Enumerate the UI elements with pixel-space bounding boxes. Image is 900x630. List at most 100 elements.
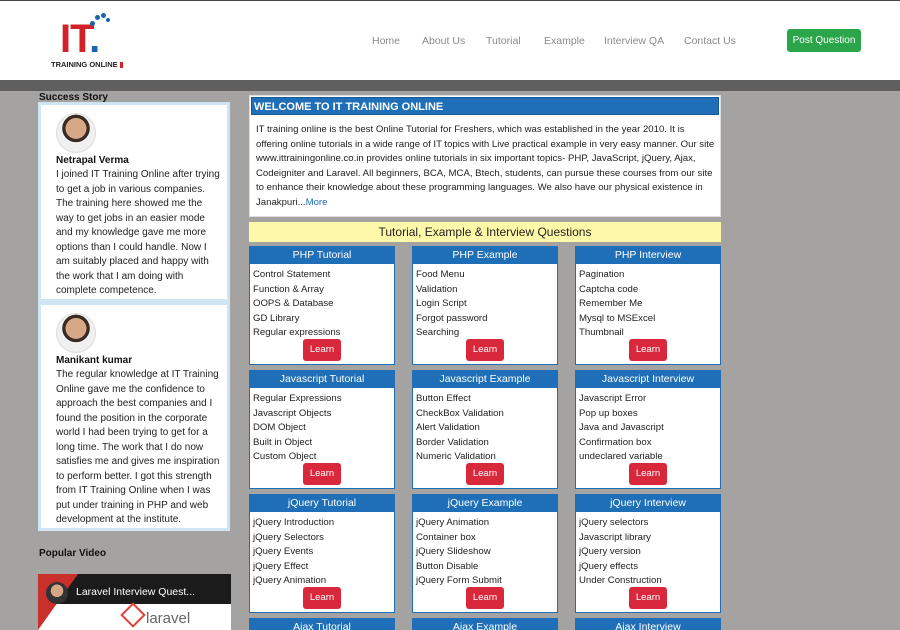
card-title[interactable]: jQuery Tutorial (250, 495, 394, 512)
card-topic[interactable]: Button Disable (413, 560, 557, 575)
learn-button[interactable]: Learn (303, 463, 341, 485)
card-topic-list: Food Menu Validation Login Script Forgot pa… (413, 268, 557, 341)
card-topic[interactable]: Alert Validation (413, 421, 557, 436)
card-title[interactable]: jQuery Interview (576, 495, 720, 512)
course-card: PHP Tutorial Control Statement Function & … (249, 246, 395, 365)
story-card: Netrapal Verma I joined IT Training Onli… (41, 105, 227, 299)
card-topic[interactable]: Javascript library (576, 531, 720, 546)
more-link[interactable]: More (306, 197, 328, 208)
card-topic[interactable]: Remember Me (576, 297, 720, 312)
card-topic[interactable]: Validation (413, 283, 557, 298)
card-topic[interactable]: jQuery Selectors (250, 531, 394, 546)
card-topic[interactable]: jQuery selectors (576, 516, 720, 531)
card-topic[interactable]: Regular Expressions (250, 392, 394, 407)
learn-button[interactable]: Learn (303, 587, 341, 609)
card-topic-list: Regular Expressions Javascript Objects DOM… (250, 392, 394, 465)
card-topic[interactable]: jQuery Animation (413, 516, 557, 531)
course-card: Javascript Tutorial Regular Expressions Ja… (249, 370, 395, 489)
card-topic[interactable]: CheckBox Validation (413, 407, 557, 422)
learn-button[interactable]: Learn (629, 587, 667, 609)
learn-button[interactable]: Learn (629, 339, 667, 361)
card-topic[interactable]: jQuery Slideshow (413, 545, 557, 560)
learn-button[interactable]: Learn (629, 463, 667, 485)
card-title[interactable]: Javascript Example (413, 371, 557, 388)
card-topic-list: Javascript Error Pop up boxes Java and Jav… (576, 392, 720, 465)
course-card: Javascript Example Button Effect CheckBox … (412, 370, 558, 489)
video-title[interactable]: Laravel Interview Quest... (76, 586, 195, 598)
card-topic[interactable]: Pop up boxes (576, 407, 720, 422)
video-player[interactable]: Laravel Interview Quest... ⋮ laravel (38, 574, 231, 630)
story-card: Manikant kumar The regular knowledge at … (41, 305, 227, 528)
card-topic[interactable]: Mysql to MSExcel (576, 312, 720, 327)
card-topic[interactable]: Captcha code (576, 283, 720, 298)
learn-button[interactable]: Learn (466, 339, 504, 361)
card-topic-list: Control Statement Function & Array OOPS & … (250, 268, 394, 341)
learn-button[interactable]: Learn (466, 463, 504, 485)
story-text: The regular knowledge at IT Training Onl… (56, 369, 220, 525)
nav-example[interactable]: Example (544, 35, 585, 47)
card-topic[interactable]: Javascript Error (576, 392, 720, 407)
card-topic[interactable]: Confirmation box (576, 436, 720, 451)
site-header: IT. TRAINING ONLINE Home About Us Tutori… (0, 0, 900, 80)
card-topic[interactable]: Javascript Objects (250, 407, 394, 422)
card-title[interactable]: PHP Interview (576, 247, 720, 264)
card-title[interactable]: jQuery Example (413, 495, 557, 512)
welcome-box: WELCOME TO IT TRAINING ONLINE IT trainin… (249, 95, 721, 217)
header-divider (0, 80, 900, 91)
nav-tutorial[interactable]: Tutorial (486, 35, 521, 47)
section-heading: Tutorial, Example & Interview Questions (249, 222, 721, 242)
nav-contact-us[interactable]: Contact Us (684, 35, 736, 47)
card-topic-list: jQuery Animation Container box jQuery Slid… (413, 516, 557, 589)
card-topic[interactable]: jQuery Effect (250, 560, 394, 575)
card-title[interactable]: PHP Example (413, 247, 557, 264)
card-title[interactable]: Javascript Interview (576, 371, 720, 388)
card-topic[interactable]: Forgot password (413, 312, 557, 327)
card-topic[interactable]: Java and Javascript (576, 421, 720, 436)
card-topic[interactable]: jQuery version (576, 545, 720, 560)
nav-interview-qa[interactable]: Interview QA (604, 35, 664, 47)
avatar (56, 313, 96, 353)
course-card: Ajax Tutorial (249, 618, 395, 630)
avatar (56, 113, 96, 153)
card-topic[interactable]: jQuery Events (250, 545, 394, 560)
card-title[interactable]: PHP Tutorial (250, 247, 394, 264)
post-question-button[interactable]: Post Question (787, 29, 861, 52)
card-topic[interactable]: jQuery effects (576, 560, 720, 575)
card-topic-list: Pagination Captcha code Remember Me Mysql t… (576, 268, 720, 341)
card-topic-list: jQuery selectors Javascript library jQuery… (576, 516, 720, 589)
success-story-list: Netrapal Verma I joined IT Training Onli… (38, 102, 230, 531)
site-logo[interactable]: IT. TRAINING ONLINE (50, 13, 123, 71)
course-card: Ajax Example (412, 618, 558, 630)
card-topic[interactable]: Function & Array (250, 283, 394, 298)
card-title[interactable]: Ajax Tutorial (250, 619, 394, 630)
card-title[interactable]: Ajax Interview (576, 619, 720, 630)
story-text: I joined IT Training Online after trying… (56, 169, 220, 296)
card-topic[interactable]: Button Effect (413, 392, 557, 407)
course-card: Javascript Interview Javascript Error Pop … (575, 370, 721, 489)
course-card: jQuery Tutorial jQuery Introduction jQuery… (249, 494, 395, 613)
card-topic[interactable]: Login Script (413, 297, 557, 312)
card-topic[interactable]: Built in Object (250, 436, 394, 451)
card-topic[interactable]: Control Statement (250, 268, 394, 283)
nav-about-us[interactable]: About Us (422, 35, 465, 47)
popular-video-heading: Popular Video (39, 548, 107, 559)
card-topic[interactable]: OOPS & Database (250, 297, 394, 312)
nav-home[interactable]: Home (372, 35, 400, 47)
card-topic[interactable]: Border Validation (413, 436, 557, 451)
laravel-logo-icon (120, 602, 146, 628)
course-card: Ajax Interview (575, 618, 721, 630)
card-topic-list: jQuery Introduction jQuery Selectors jQuer… (250, 516, 394, 589)
card-topic[interactable]: Pagination (576, 268, 720, 283)
card-topic[interactable]: jQuery Introduction (250, 516, 394, 531)
card-title[interactable]: Ajax Example (413, 619, 557, 630)
card-topic[interactable]: DOM Object (250, 421, 394, 436)
card-topic[interactable]: Food Menu (413, 268, 557, 283)
channel-avatar (46, 582, 68, 604)
learn-button[interactable]: Learn (466, 587, 504, 609)
learn-button[interactable]: Learn (303, 339, 341, 361)
card-topic[interactable]: GD Library (250, 312, 394, 327)
story-name: Manikant kumar (56, 355, 133, 366)
card-topic[interactable]: Container box (413, 531, 557, 546)
card-topic-list: Button Effect CheckBox Validation Alert Va… (413, 392, 557, 465)
card-title[interactable]: Javascript Tutorial (250, 371, 394, 388)
